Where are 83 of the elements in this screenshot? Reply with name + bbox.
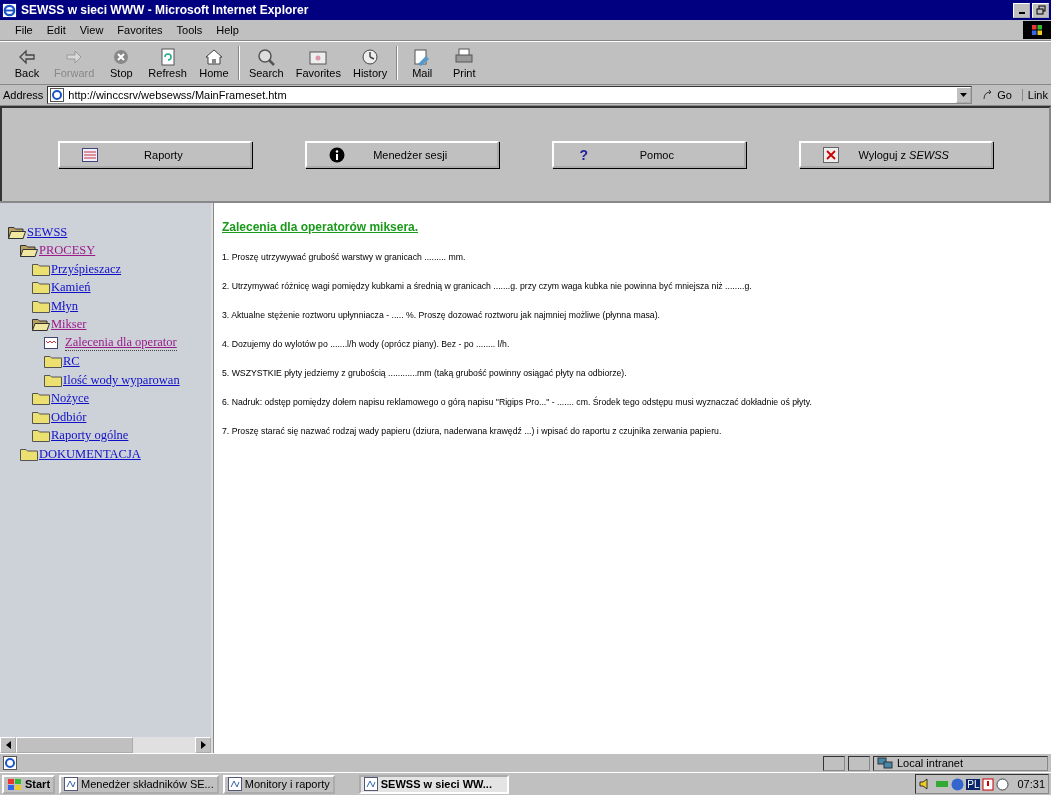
- left-arrow-icon[interactable]: [5, 741, 11, 749]
- instruction-text: 3. Aktualne stężenie roztworu upłynniacza - ..... %. Proszę dozować roztworu jak najmniej możliwe (płynna masa).: [222, 309, 661, 321]
- address-label: Address: [3, 89, 44, 101]
- scrollbar[interactable]: [0, 737, 211, 753]
- instruction-text: 4. Dozujemy do wylotów po .......l/h wody (oprócz piany). Bez - po ........ l/h.: [222, 338, 511, 350]
- minimize-icon: [1018, 12, 1025, 14]
- alert-icon[interactable]: [982, 777, 995, 791]
- tree-link[interactable]: Nożyce: [51, 391, 90, 407]
- go-button[interactable]: Go: [976, 89, 1018, 101]
- back-arrow-icon: [17, 47, 37, 67]
- zone-label: Local intranet: [897, 757, 964, 769]
- tree-link[interactable]: RC: [63, 354, 80, 370]
- ie-logo-icon: [2, 2, 17, 18]
- tree-link[interactable]: DOKUMENTACJA: [39, 446, 141, 462]
- magnifier-icon: [256, 47, 277, 67]
- page-heading[interactable]: Zalecenia dla operatorów miksera.: [222, 220, 1043, 234]
- taskbar-button[interactable]: Menedżer składników SE...: [59, 774, 219, 794]
- tree-link[interactable]: Odbiór: [51, 409, 87, 425]
- minimize-button[interactable]: [1013, 2, 1030, 18]
- tree-link[interactable]: Kamień: [51, 280, 91, 296]
- info-icon: [329, 146, 346, 163]
- menu-item[interactable]: Tools: [169, 24, 210, 36]
- app-icon: [64, 777, 79, 791]
- app-icon: [227, 777, 242, 791]
- history-clock-icon: [360, 47, 381, 67]
- tree-link[interactable]: Zalecenia dla operator: [65, 335, 177, 352]
- instruction-text: 7. Proszę starać się nazwać rodzaj wady papieru (dziura, naderwana krawędź ...) i wpisać do raportu z czujnika zerwania papieru.: [222, 425, 723, 437]
- toolbar-button[interactable]: Stop: [100, 47, 143, 79]
- tree-link[interactable]: Ilość wody wyparowan: [63, 372, 180, 388]
- menu-item[interactable]: Edit: [39, 24, 73, 36]
- menu-item[interactable]: Favorites: [110, 24, 170, 36]
- close-icon: [822, 146, 839, 163]
- clock: 07:31: [1017, 778, 1045, 790]
- status-pane: [848, 755, 870, 771]
- tree-link[interactable]: Mikser: [51, 317, 87, 333]
- tree-link[interactable]: Przyśpieszacz: [51, 261, 122, 277]
- toolbar-button[interactable]: Search: [242, 47, 290, 79]
- toolbar-button[interactable]: Mail: [401, 47, 444, 79]
- taskbar-button[interactable]: SEWSS w sieci WW...: [358, 774, 509, 794]
- dropdown-button[interactable]: [956, 87, 972, 103]
- menu-item[interactable]: Help: [209, 24, 246, 36]
- right-arrow-icon[interactable]: [200, 741, 206, 749]
- windows-logo-icon: [7, 777, 23, 791]
- restore-icon: [1035, 5, 1046, 15]
- clock-icon[interactable]: [996, 777, 1010, 791]
- nav-button[interactable]: Menedżer sesji: [305, 141, 500, 168]
- address-field[interactable]: http://winccsrv/websewss/MainFrameset.htm: [47, 86, 973, 104]
- home-icon: [203, 47, 224, 67]
- nav-button[interactable]: Wyloguj z SEWSS: [798, 141, 993, 168]
- start-button[interactable]: Start: [2, 774, 56, 794]
- language-indicator[interactable]: PL: [966, 778, 981, 790]
- instruction-text: 5. WSZYSTKIE płyty jedziemy z grubością ............mm (taką grubość powinny osiągać płyty na odbiorze).: [222, 367, 628, 379]
- page-icon: [3, 756, 17, 770]
- caret-icon: [960, 93, 968, 97]
- instruction-text: 2. Utrzymywać różnicę wagi pomiędzy kubkami a średnią w granicach .......g. przy czym waga kubka nie powinna być mniejsza niż ........g.: [222, 280, 753, 292]
- toolbar-button[interactable]: Back: [6, 47, 48, 79]
- nav-button[interactable]: ? Pomoc: [551, 141, 746, 168]
- menu-item[interactable]: File: [8, 24, 40, 36]
- tree-link[interactable]: SEWSS: [27, 224, 68, 240]
- app-icon: [363, 777, 378, 791]
- taskbar-button[interactable]: Monitory i raporty: [222, 774, 335, 794]
- network-icon: [877, 757, 893, 769]
- toolbar-button[interactable]: Print: [443, 47, 486, 79]
- globe-icon[interactable]: [951, 777, 965, 791]
- status-pane: [823, 755, 845, 771]
- toolbar-button[interactable]: History: [347, 47, 394, 79]
- window-title: SEWSS w sieci WWW - Microsoft Internet Explorer: [21, 3, 310, 17]
- restore-button[interactable]: [1032, 2, 1049, 18]
- instruction-text: 1. Proszę utrzywywać grubość warstwy w granicach ......... mm.: [222, 251, 467, 263]
- windows-logo-icon: [1023, 21, 1051, 39]
- tree-link[interactable]: Raporty ogólne: [51, 428, 129, 444]
- report-page-icon: [44, 337, 58, 350]
- toolbar-button[interactable]: Favorites: [289, 47, 347, 79]
- nav-button[interactable]: Raporty: [58, 141, 253, 168]
- links-button[interactable]: Link: [1021, 89, 1048, 101]
- instruction-text: 6. Nadruk: odstęp pomiędzy dołem napisu reklamowego o górą napisu "Rigips Pro..." - ....... cm. Środek tego odstępu musi wyznaczać dokładnie oś płyty.: [222, 396, 813, 408]
- toolbar-button[interactable]: Refresh: [142, 47, 193, 79]
- toolbar-button[interactable]: Home: [192, 47, 235, 79]
- report-icon: [82, 147, 99, 162]
- menu-item[interactable]: View: [72, 24, 111, 36]
- page-icon: [50, 88, 65, 102]
- tree-link[interactable]: PROCESY: [39, 243, 96, 259]
- tree-link[interactable]: Młyn: [51, 298, 79, 314]
